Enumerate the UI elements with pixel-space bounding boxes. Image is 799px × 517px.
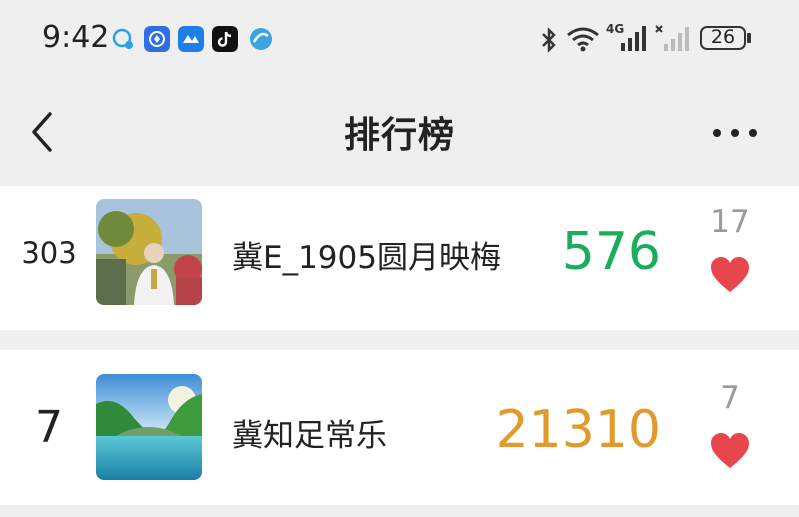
battery-icon: 26 (700, 26, 746, 50)
avatar[interactable] (96, 199, 202, 305)
avatar[interactable] (96, 374, 202, 480)
signal-no-service-icon (655, 25, 689, 51)
message-icon (112, 28, 133, 49)
ranking-row[interactable]: 303 冀E_1905圆月映梅 576 17 (0, 186, 799, 330)
wifi-icon (567, 27, 599, 52)
page-title: 排行榜 (343, 115, 455, 156)
step-score: 21310 (495, 400, 661, 460)
status-time: 9:42 (42, 20, 110, 55)
bluetooth-icon (542, 27, 556, 53)
heart-icon[interactable] (709, 256, 751, 294)
step-score: 576 (561, 222, 661, 282)
tiktok-icon (212, 26, 238, 52)
ranking-row[interactable]: 7 冀知足常乐 21310 7 (0, 350, 799, 505)
status-bar: 9:42 4G 26 (0, 0, 799, 78)
signal-icon (621, 26, 646, 51)
user-name: 冀E_1905圆月映梅 (232, 240, 501, 276)
ding-icon (144, 26, 170, 52)
browser-icon (250, 28, 272, 50)
heart-icon[interactable] (709, 432, 751, 470)
more-options-icon[interactable] (712, 126, 758, 140)
like-count: 7 (720, 380, 740, 416)
feishu-icon (178, 26, 204, 52)
rank-number: 7 (35, 402, 63, 453)
like-count: 17 (710, 204, 750, 240)
battery-tip (747, 33, 751, 43)
nav-bar: 排行榜 (0, 78, 799, 186)
rank-number: 303 (21, 236, 77, 270)
user-name: 冀知足常乐 (232, 418, 387, 454)
